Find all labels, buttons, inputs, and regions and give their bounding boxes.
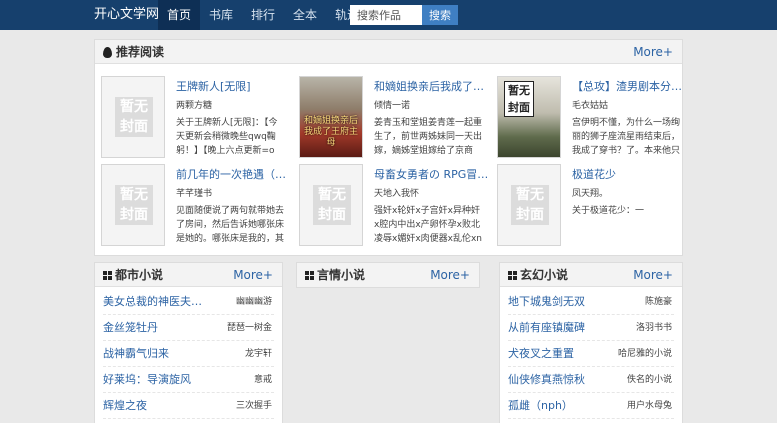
book-author: 倾情一诺 [374, 101, 411, 111]
search-form: 搜索 [350, 5, 458, 25]
book-desc: 强奸x轮奸x子宫奸x异种奸x腔内中出x产卵怀孕x败北凌辱x媚奸x肉便器x乱伦xn… [374, 206, 483, 244]
site-logo[interactable]: 开心文学网 [94, 0, 159, 30]
list-item: 美女总裁的神医夫… 幽幽幽游 [103, 289, 274, 315]
list-item: 金丝笼牡丹 琵琶一树金 [103, 315, 274, 341]
book-author: 凤天翔。 [572, 189, 609, 199]
list-title: 玄幻小说 [520, 268, 569, 282]
book-title[interactable]: 母畜女勇者の RPG冒… [374, 166, 492, 182]
book-cover[interactable]: 和嫡姐换亲后我成了王府主母 [299, 76, 363, 158]
book-cover[interactable]: 暂无 封面 [299, 164, 363, 246]
book-title[interactable]: 极道花少 [572, 166, 690, 182]
book-author: 天地入我怀 [374, 189, 420, 199]
nav-ranking[interactable]: 排行 [242, 0, 284, 30]
book-title[interactable]: 【总攻】渣男剧本分… [572, 78, 690, 94]
list-book-title[interactable]: 美女总裁的神医夫… [103, 289, 202, 315]
fire-icon [103, 46, 112, 58]
book-author: 毛衣姑姑 [572, 101, 609, 111]
list-book-author: 哈尼雅的小说 [617, 349, 672, 359]
fantasy-list-panel: 玄幻小说 More+ 地下城鬼剑无双 陈施豪 从前有座镇魔碑 洛羽书书 犬夜叉之重置… [499, 262, 683, 423]
book-cover[interactable]: 暂无 封面 [497, 164, 561, 246]
list-item: 好莱坞：导演旋风 意戒 [103, 367, 274, 393]
list-more-link[interactable]: More+ [430, 263, 470, 287]
list-book-author: 幽幽幽游 [235, 297, 272, 307]
main-nav: 首页 书库 排行 全本 轨迹 [158, 0, 368, 30]
list-book-title[interactable]: 从前有座镇魔碑 [508, 315, 585, 341]
list-item: 仙侠修真燕惊秋 佚名的小说 [508, 367, 674, 393]
book-cover[interactable]: 暂无 封面 [101, 164, 165, 246]
book-title[interactable]: 和嫡姐换亲后我成了… [374, 78, 492, 94]
rec-item[interactable]: 和嫡姐换亲后我成了王府主母 和嫡姐换亲后我成了… 倾情一诺 姜青玉和堂姐姜青莲一… [299, 76, 489, 160]
grid-icon [103, 270, 112, 280]
list-book-author: 意戒 [253, 375, 272, 385]
list-book-author: 用户水母兔 [626, 401, 672, 411]
recommend-header: 推荐阅读 More+ [95, 40, 682, 64]
list-book-author: 龙宇轩 [244, 349, 272, 359]
list-more-link[interactable]: More+ [633, 263, 673, 287]
list-book-title[interactable]: 仙侠修真燕惊秋 [508, 367, 585, 393]
recommend-more-link[interactable]: More+ [633, 40, 673, 64]
recommend-panel: 推荐阅读 More+ 暂无 封面 王牌新人[无限] 两颗方糖 关于王牌新人[无限]… [94, 39, 683, 256]
nav-completed[interactable]: 全本 [284, 0, 326, 30]
list-book-title[interactable]: 辉煌之夜 [103, 393, 147, 419]
list-item: 犬夜叉之重置 哈尼雅的小说 [508, 341, 674, 367]
book-desc: 姜青玉和堂姐姜青莲一起重生了，前世两姊妹同一天出嫁，嫡姊堂姐嫁给了京商 [374, 118, 483, 156]
list-book-title[interactable]: 金丝笼牡丹 [103, 315, 158, 341]
list-book-author: 三次握手 [235, 401, 272, 411]
grid-icon [508, 270, 517, 280]
list-book-title[interactable]: 战神霸气归来 [103, 341, 169, 367]
list-item: 地下城鬼剑无双 陈施豪 [508, 289, 674, 315]
rec-item[interactable]: 暂无 封面 【总攻】渣男剧本分… 毛衣姑姑 宫伊明不懂，为什么一场绚丽的狮子座流星… [497, 76, 687, 160]
list-book-author: 琵琶一树金 [226, 323, 272, 333]
list-item: 辉煌之夜 三次握手 [103, 393, 274, 419]
nav-home[interactable]: 首页 [158, 0, 201, 30]
list-book-title[interactable]: 地下城鬼剑无双 [508, 289, 585, 315]
list-title: 言情小说 [317, 268, 366, 282]
list-item: 孤雌（nph） 用户水母兔 [508, 393, 674, 419]
book-cover[interactable]: 暂无 封面 [101, 76, 165, 158]
list-book-title[interactable]: 孤雌（nph） [508, 393, 573, 419]
list-book-author: 洛羽书书 [635, 323, 672, 333]
rec-item[interactable]: 暂无 封面 前几年的一次艳遇（… 芊芊瑾书 见面随便说了两句就带她去了房间，然后告… [101, 164, 291, 248]
book-title[interactable]: 王牌新人[无限] [176, 78, 294, 94]
book-author: 两颗方糖 [176, 101, 213, 111]
book-desc: 关于极道花少：一 [572, 206, 645, 216]
grid-icon [305, 270, 314, 280]
rec-item[interactable]: 暂无 封面 王牌新人[无限] 两颗方糖 关于王牌新人[无限]：【今天更新会稍微晚些… [101, 76, 291, 160]
list-item: 战神霸气归来 龙宇轩 [103, 341, 274, 367]
nav-library[interactable]: 书库 [200, 0, 242, 30]
list-book-title[interactable]: 好莱坞：导演旋风 [103, 367, 191, 393]
list-book-author: 陈施豪 [644, 297, 672, 307]
rec-item[interactable]: 暂无 封面 极道花少 凤天翔。 关于极道花少：一 [497, 164, 687, 248]
urban-list-panel: 都市小说 More+ 美女总裁的神医夫… 幽幽幽游 金丝笼牡丹 琵琶一树金 战神霸气… [94, 262, 283, 423]
recommend-title: 推荐阅读 [116, 45, 165, 59]
rec-item[interactable]: 暂无 封面 母畜女勇者の RPG冒… 天地入我怀 强奸x轮奸x子宫奸x异种奸x腔内… [299, 164, 489, 248]
romance-list-panel: 言情小说 More+ [296, 262, 480, 288]
list-book-author: 佚名的小说 [626, 375, 672, 385]
list-item: 从前有座镇魔碑 洛羽书书 [508, 315, 674, 341]
book-cover[interactable]: 暂无 封面 [497, 76, 561, 158]
search-button[interactable]: 搜索 [422, 5, 458, 25]
list-more-link[interactable]: More+ [233, 263, 273, 287]
book-desc: 关于王牌新人[无限]：【今天更新会稍微晚些qwq鞠躬！】【晚上六点更新=o=】主… [176, 118, 278, 156]
top-navbar: 开心文学网 首页 书库 排行 全本 轨迹 搜索 [0, 0, 777, 30]
book-title[interactable]: 前几年的一次艳遇（… [176, 166, 294, 182]
list-book-title[interactable]: 犬夜叉之重置 [508, 341, 574, 367]
book-author: 芊芊瑾书 [176, 189, 213, 199]
search-input[interactable] [350, 5, 422, 25]
book-desc: 见面随便说了两句就带她去了房间，然后告诉她哪张床是她的。哪张床是我的，其实当 [176, 206, 285, 244]
book-desc: 宫伊明不懂，为什么一场绚丽的狮子座流星雨结束后，我成了穿书？了。本来他只是 [572, 118, 681, 156]
list-title: 都市小说 [115, 268, 164, 282]
